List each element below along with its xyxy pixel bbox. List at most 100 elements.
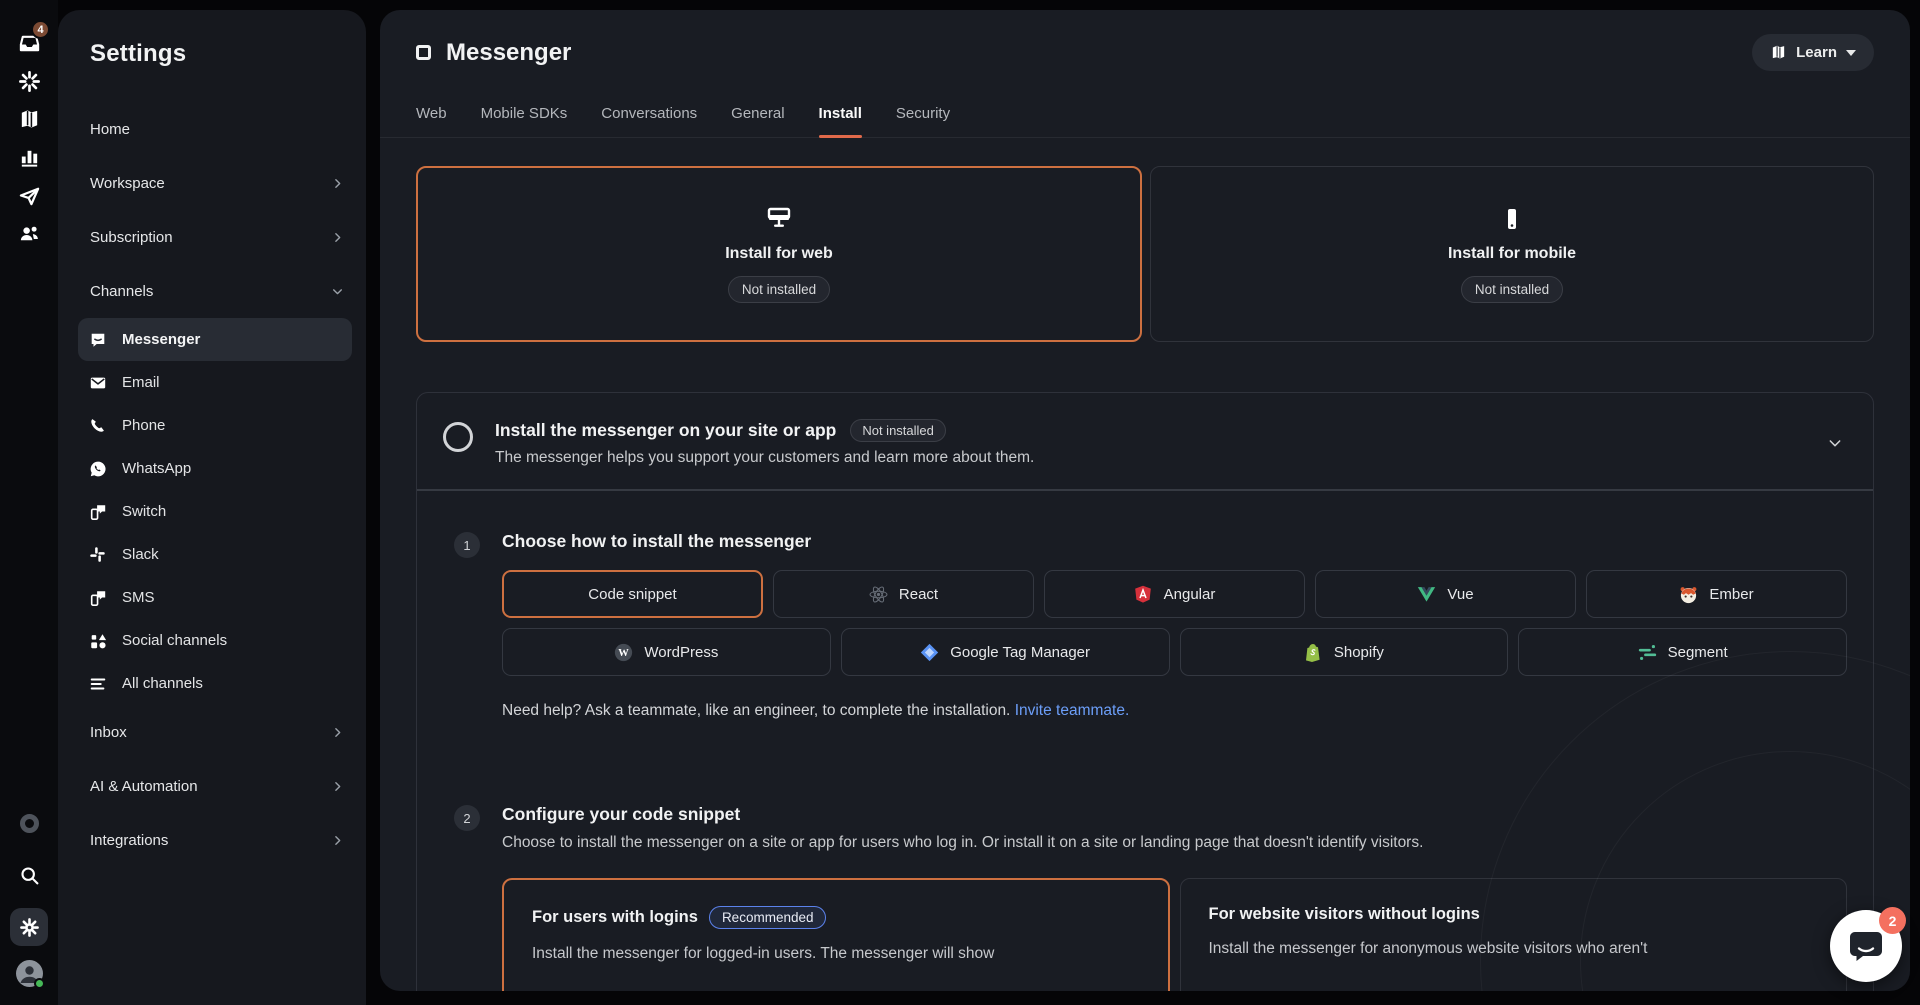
option-react[interactable]: React — [773, 570, 1034, 618]
switch-icon — [88, 502, 107, 521]
caret-down-icon — [1846, 50, 1856, 56]
sidebar-item-email[interactable]: Email — [78, 361, 352, 404]
card-description: Install the messenger for anonymous webs… — [1209, 940, 1819, 958]
channel-label: WhatsApp — [122, 460, 191, 477]
card-title: For website visitors without logins — [1209, 905, 1480, 924]
sidebar-item-label: Home — [90, 121, 130, 138]
wordpress-icon: W — [614, 643, 633, 662]
app-rail: 4 — [0, 0, 58, 1005]
channel-label: Email — [122, 374, 160, 391]
settings-gear-icon — [19, 917, 40, 938]
sidebar-item-channels[interactable]: Channels — [90, 264, 344, 318]
option-segment[interactable]: Segment — [1518, 628, 1847, 676]
step-title: Choose how to install the messenger — [502, 531, 1847, 552]
option-code-snippet[interactable]: Code snippet — [502, 570, 763, 618]
ai-burst-icon — [18, 70, 41, 93]
progress-circle-icon — [443, 422, 473, 452]
svg-text:W: W — [619, 648, 630, 659]
status-badge: Not installed — [1461, 276, 1563, 303]
search-nav-icon[interactable] — [11, 856, 47, 894]
sidebar-item-all-channels[interactable]: All channels — [78, 662, 352, 705]
step-number: 2 — [454, 805, 480, 831]
option-google-tag-manager[interactable]: Google Tag Manager — [841, 628, 1170, 676]
sidebar-item-workspace[interactable]: Workspace — [90, 156, 344, 210]
tab-install[interactable]: Install — [819, 105, 862, 137]
tab-mobile-sdks[interactable]: Mobile SDKs — [481, 105, 568, 137]
card-description: Install the messenger for logged-in user… — [532, 945, 1140, 963]
vue-icon — [1417, 585, 1436, 604]
sidebar-item-social-channels[interactable]: Social channels — [78, 619, 352, 662]
chevron-right-icon — [331, 726, 344, 739]
option-label: Angular — [1164, 586, 1216, 603]
gtm-icon — [920, 643, 939, 662]
install-options-row1: Code snippet React Angular Vue — [502, 570, 1847, 618]
option-label: WordPress — [644, 644, 718, 661]
install-target-cards: Install for web Not installed Install fo… — [416, 166, 1874, 342]
sidebar-nav: Home Workspace Subscription Channels Mes… — [90, 102, 344, 867]
sidebar-item-inbox[interactable]: Inbox — [90, 705, 344, 759]
settings-nav-active[interactable] — [10, 908, 48, 946]
channel-label: Slack — [122, 546, 159, 563]
intercom-launcher-button[interactable]: 2 — [1830, 910, 1902, 982]
learn-button-label: Learn — [1796, 44, 1837, 61]
sms-icon — [88, 588, 107, 607]
status-ring-icon[interactable] — [11, 804, 47, 842]
option-ember[interactable]: Ember — [1586, 570, 1847, 618]
chevron-down-icon[interactable] — [1827, 435, 1843, 451]
page-title: Messenger — [446, 39, 571, 67]
install-for-web-card[interactable]: Install for web Not installed — [416, 166, 1142, 342]
messenger-square-icon — [416, 45, 431, 60]
desktop-icon — [765, 206, 793, 232]
sidebar-item-sms[interactable]: SMS — [78, 576, 352, 619]
tab-conversations[interactable]: Conversations — [601, 105, 697, 137]
reports-nav-icon[interactable] — [11, 138, 47, 176]
sidebar-item-subscription[interactable]: Subscription — [90, 210, 344, 264]
knowledge-nav-icon[interactable] — [11, 100, 47, 138]
sidebar-item-ai-automation[interactable]: AI & Automation — [90, 759, 344, 813]
tab-security[interactable]: Security — [896, 105, 950, 137]
tab-general[interactable]: General — [731, 105, 784, 137]
users-with-logins-card[interactable]: For users with logins Recommended Instal… — [502, 878, 1170, 991]
sidebar-item-phone[interactable]: Phone — [78, 404, 352, 447]
sidebar-item-switch[interactable]: Switch — [78, 490, 352, 533]
inbox-nav-icon[interactable]: 4 — [11, 24, 47, 62]
sidebar-item-whatsapp[interactable]: WhatsApp — [78, 447, 352, 490]
sidebar-item-label: Channels — [90, 283, 153, 300]
sidebar-item-slack[interactable]: Slack — [78, 533, 352, 576]
card-title: Install for mobile — [1448, 245, 1576, 263]
option-label: Shopify — [1334, 644, 1384, 661]
react-icon — [869, 585, 888, 604]
option-angular[interactable]: Angular — [1044, 570, 1305, 618]
ember-icon — [1679, 585, 1698, 604]
outbound-icon — [18, 184, 41, 207]
main-panel: Messenger Learn Web Mobile SDKs Conversa… — [380, 10, 1910, 991]
sidebar-title: Settings — [90, 40, 344, 68]
install-options-row2: W WordPress Google Tag Manager Shopify — [502, 628, 1847, 676]
shopify-icon — [1304, 643, 1323, 662]
option-shopify[interactable]: Shopify — [1180, 628, 1509, 676]
option-wordpress[interactable]: W WordPress — [502, 628, 831, 676]
outbound-nav-icon[interactable] — [11, 176, 47, 214]
accordion-body: 1 Choose how to install the messenger Co… — [417, 491, 1873, 991]
learn-button[interactable]: Learn — [1752, 34, 1874, 71]
install-for-mobile-card[interactable]: Install for mobile Not installed — [1150, 166, 1874, 342]
mobile-icon — [1499, 206, 1525, 232]
accordion-header[interactable]: Install the messenger on your site or ap… — [417, 393, 1873, 489]
status-badge: Not installed — [850, 419, 946, 442]
sidebar-item-integrations[interactable]: Integrations — [90, 813, 344, 867]
chevron-right-icon — [331, 780, 344, 793]
tab-bar: Web Mobile SDKs Conversations General In… — [380, 105, 1910, 138]
ai-nav-icon[interactable] — [11, 62, 47, 100]
option-label: Segment — [1668, 644, 1728, 661]
contacts-nav-icon[interactable] — [11, 214, 47, 252]
social-channels-icon — [88, 631, 107, 650]
sidebar-item-messenger[interactable]: Messenger — [78, 318, 352, 361]
invite-teammate-link[interactable]: Invite teammate. — [1015, 702, 1130, 719]
option-vue[interactable]: Vue — [1315, 570, 1576, 618]
status-badge: Not installed — [728, 276, 830, 303]
tab-web[interactable]: Web — [416, 105, 447, 137]
phone-icon — [88, 416, 107, 435]
sidebar-item-home[interactable]: Home — [90, 102, 344, 156]
visitors-without-logins-card[interactable]: For website visitors without logins Inst… — [1180, 878, 1848, 991]
user-avatar[interactable] — [16, 960, 43, 987]
